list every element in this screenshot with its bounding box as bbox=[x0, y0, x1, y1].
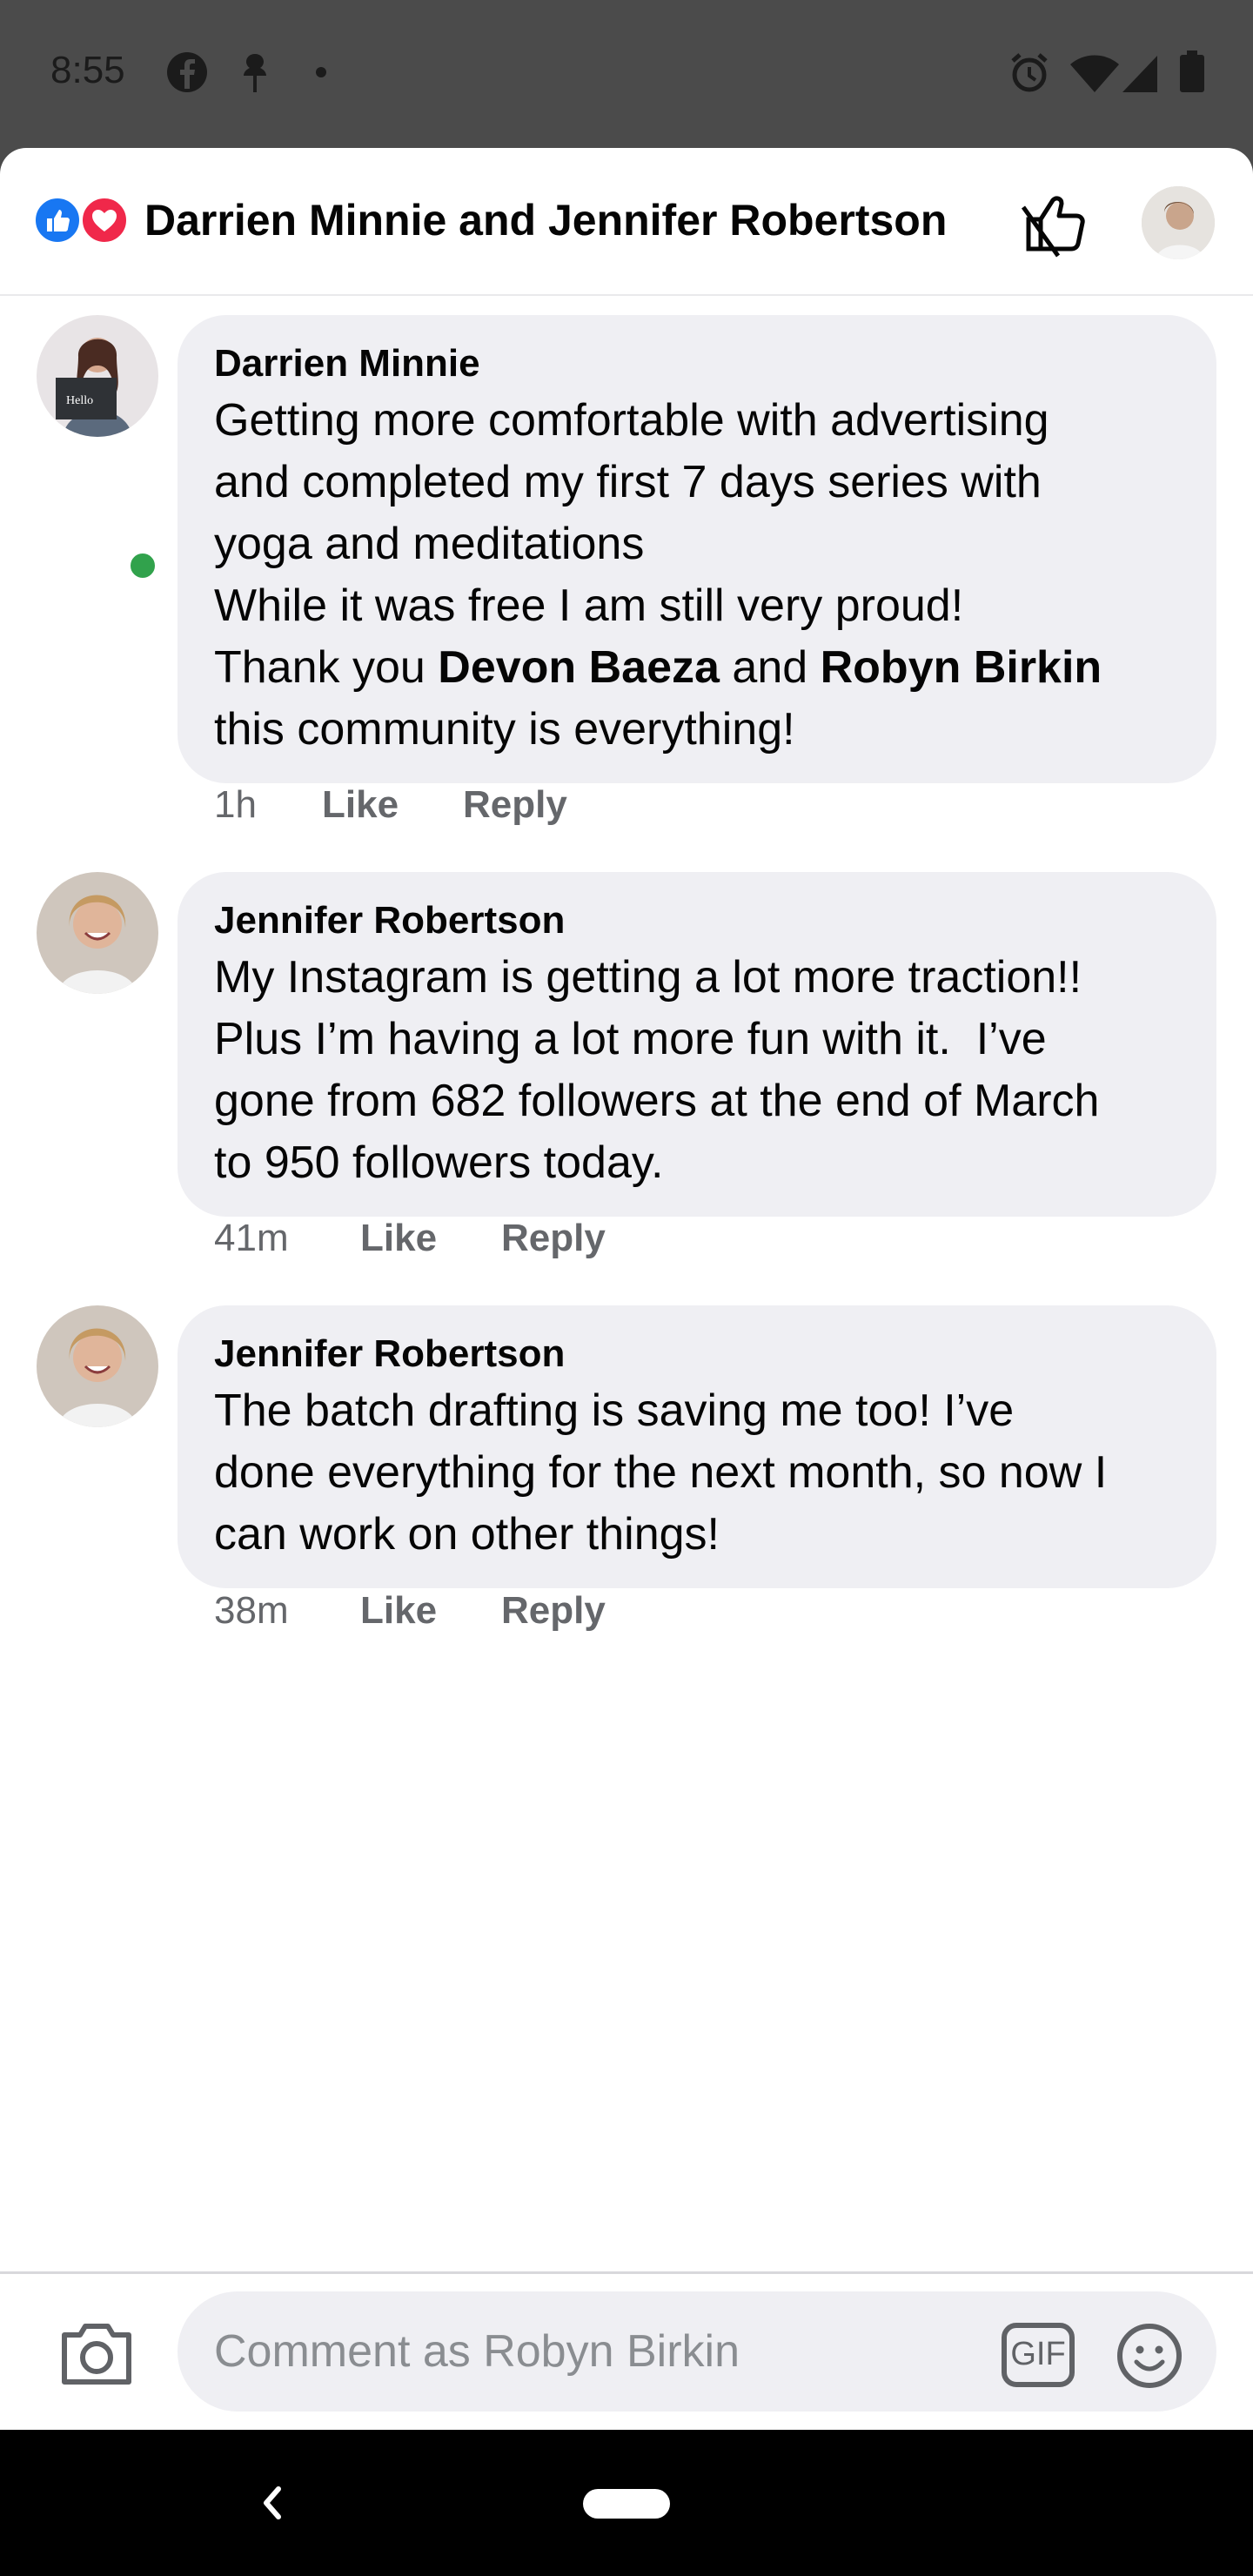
comment-timestamp: 38m bbox=[214, 1589, 289, 1632]
status-time: 8:55 bbox=[50, 49, 125, 91]
status-bar: 8:55 bbox=[0, 0, 1253, 148]
wifi-icon bbox=[1070, 55, 1119, 92]
like-button[interactable]: Like bbox=[322, 783, 463, 827]
avatar[interactable] bbox=[37, 1305, 158, 1427]
avatar[interactable] bbox=[1142, 186, 1215, 259]
comment-timestamp: 1h bbox=[214, 783, 257, 826]
comment-text: The batch drafting is saving me too! I’v… bbox=[214, 1385, 1108, 1560]
avatar[interactable] bbox=[37, 872, 158, 994]
comment-timestamp: 41m bbox=[214, 1217, 289, 1259]
avatar[interactable]: Hello bbox=[37, 315, 158, 437]
comment-text: Getting more comfortable with advertisin… bbox=[214, 395, 1102, 755]
dot-icon bbox=[316, 67, 326, 77]
online-status-badge bbox=[125, 548, 160, 583]
comment-bubble[interactable]: Jennifer Robertson My Instagram is getti… bbox=[178, 872, 1216, 1217]
notification-icon bbox=[244, 54, 266, 92]
reply-button[interactable]: Reply bbox=[463, 783, 567, 827]
comment-author[interactable]: Jennifer Robertson bbox=[214, 1328, 1180, 1380]
back-icon[interactable] bbox=[254, 2479, 289, 2527]
gif-label: GIF bbox=[1010, 2336, 1066, 2372]
battery-icon bbox=[1180, 50, 1204, 92]
comment-bubble[interactable]: Darrien Minnie Getting more comfortable … bbox=[178, 315, 1216, 783]
home-button[interactable] bbox=[583, 2489, 670, 2519]
page-title: Darrien Minnie and Jennifer Robertson bbox=[144, 196, 948, 245]
comment-author[interactable]: Darrien Minnie bbox=[214, 338, 1180, 390]
reply-button[interactable]: Reply bbox=[501, 1589, 606, 1633]
system-nav-bar bbox=[0, 2430, 1253, 2576]
signal-icon bbox=[1122, 56, 1157, 92]
like-button[interactable]: Like bbox=[360, 1589, 501, 1633]
emoji-icon[interactable] bbox=[1116, 2322, 1183, 2390]
reply-button[interactable]: Reply bbox=[501, 1217, 606, 1260]
gif-button[interactable]: GIF bbox=[1001, 2322, 1075, 2388]
comments-header: Darrien Minnie and Jennifer Robertson bbox=[0, 148, 1253, 296]
comment-actions: 41m Like Reply bbox=[214, 1217, 606, 1260]
comment-bubble[interactable]: Jennifer Robertson The batch drafting is… bbox=[178, 1305, 1216, 1588]
comment-actions: 38m Like Reply bbox=[214, 1589, 606, 1633]
comment-author[interactable]: Jennifer Robertson bbox=[214, 895, 1180, 947]
camera-icon[interactable] bbox=[57, 2314, 136, 2392]
comment-actions: 1h Like Reply bbox=[214, 783, 567, 827]
thumbs-up-off-icon[interactable] bbox=[1018, 183, 1096, 261]
comment-composer: GIF bbox=[0, 2271, 1253, 2430]
mention-link[interactable]: Robyn Birkin bbox=[821, 642, 1102, 693]
like-reaction-icon bbox=[33, 196, 82, 245]
comment-text: My Instagram is getting a lot more tract… bbox=[214, 952, 1100, 1188]
love-reaction-icon bbox=[80, 196, 129, 245]
svg-text:Hello: Hello bbox=[66, 394, 93, 407]
facebook-icon bbox=[167, 52, 207, 92]
alarm-icon bbox=[1011, 53, 1048, 92]
like-button[interactable]: Like bbox=[360, 1217, 501, 1260]
comments-sheet: Darrien Minnie and Jennifer Robertson He… bbox=[0, 148, 1253, 2430]
mention-link[interactable]: Devon Baeza bbox=[438, 642, 720, 693]
